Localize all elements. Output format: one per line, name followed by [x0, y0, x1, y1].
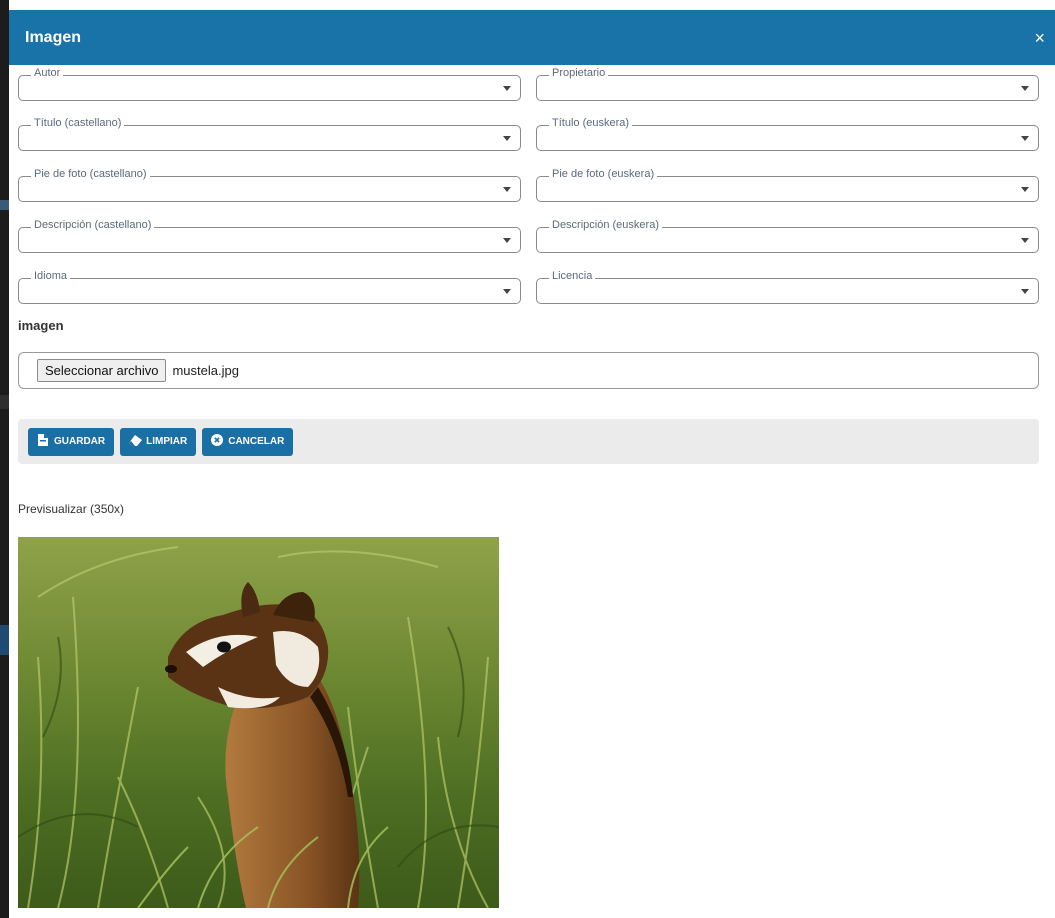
chevron-down-icon[interactable] [503, 238, 511, 243]
modal-header: Imagen × [9, 10, 1055, 65]
chevron-down-icon[interactable] [503, 136, 511, 141]
field-label: Descripción (euskera) [549, 219, 662, 231]
chevron-down-icon[interactable] [1021, 187, 1029, 192]
chevron-down-icon[interactable] [1021, 136, 1029, 141]
preview-image [17, 537, 500, 909]
field-label: Pie de foto (euskera) [549, 168, 658, 180]
background-overlay-strip [0, 0, 9, 918]
selected-file-name: mustela.jpg [172, 363, 239, 378]
file-save-icon [37, 434, 49, 449]
close-icon[interactable]: × [1034, 29, 1045, 47]
file-input[interactable]: Seleccionar archivo mustela.jpg [18, 352, 1039, 389]
select-field[interactable]: Propietario [536, 67, 1039, 101]
select-field[interactable]: Idioma [18, 270, 521, 304]
field-label: Título (euskera) [549, 117, 633, 129]
chevron-down-icon[interactable] [1021, 86, 1029, 91]
field-label: Autor [31, 67, 64, 79]
preview-label: Previsualizar (350x) [18, 502, 125, 516]
cancel-button-label: CANCELAR [228, 436, 285, 447]
field-label: Licencia [549, 270, 596, 282]
select-field[interactable]: Pie de foto (euskera) [536, 168, 1039, 202]
chevron-down-icon[interactable] [503, 289, 511, 294]
select-field[interactable]: Licencia [536, 270, 1039, 304]
chevron-down-icon[interactable] [1021, 238, 1029, 243]
field-label: Pie de foto (castellano) [31, 168, 150, 180]
select-file-button[interactable]: Seleccionar archivo [37, 359, 167, 382]
modal-title: Imagen [25, 28, 82, 46]
chevron-down-icon[interactable] [1021, 289, 1029, 294]
chevron-down-icon[interactable] [503, 86, 511, 91]
select-field[interactable]: Pie de foto (castellano) [18, 168, 521, 202]
field-label: Idioma [31, 270, 71, 282]
select-field[interactable]: Autor [18, 67, 521, 101]
cancel-circle-icon [211, 434, 224, 449]
field-label: Título (castellano) [31, 117, 125, 129]
save-button-label: GUARDAR [54, 436, 106, 447]
chevron-down-icon[interactable] [503, 187, 511, 192]
save-button[interactable]: GUARDAR [28, 427, 115, 456]
select-field[interactable]: Descripción (euskera) [536, 219, 1039, 253]
eraser-icon [129, 434, 143, 449]
image-section-label: imagen [18, 318, 64, 333]
select-field[interactable]: Título (castellano) [18, 117, 521, 151]
action-toolbar: GUARDAR LIMPIAR CANCELAR [18, 419, 1039, 464]
select-field[interactable]: Descripción (castellano) [18, 219, 521, 253]
field-label: Descripción (castellano) [31, 219, 155, 231]
cancel-button[interactable]: CANCELAR [202, 427, 294, 456]
clear-button[interactable]: LIMPIAR [120, 427, 197, 456]
select-field[interactable]: Título (euskera) [536, 117, 1039, 151]
clear-button-label: LIMPIAR [146, 436, 188, 447]
field-label: Propietario [549, 67, 609, 79]
